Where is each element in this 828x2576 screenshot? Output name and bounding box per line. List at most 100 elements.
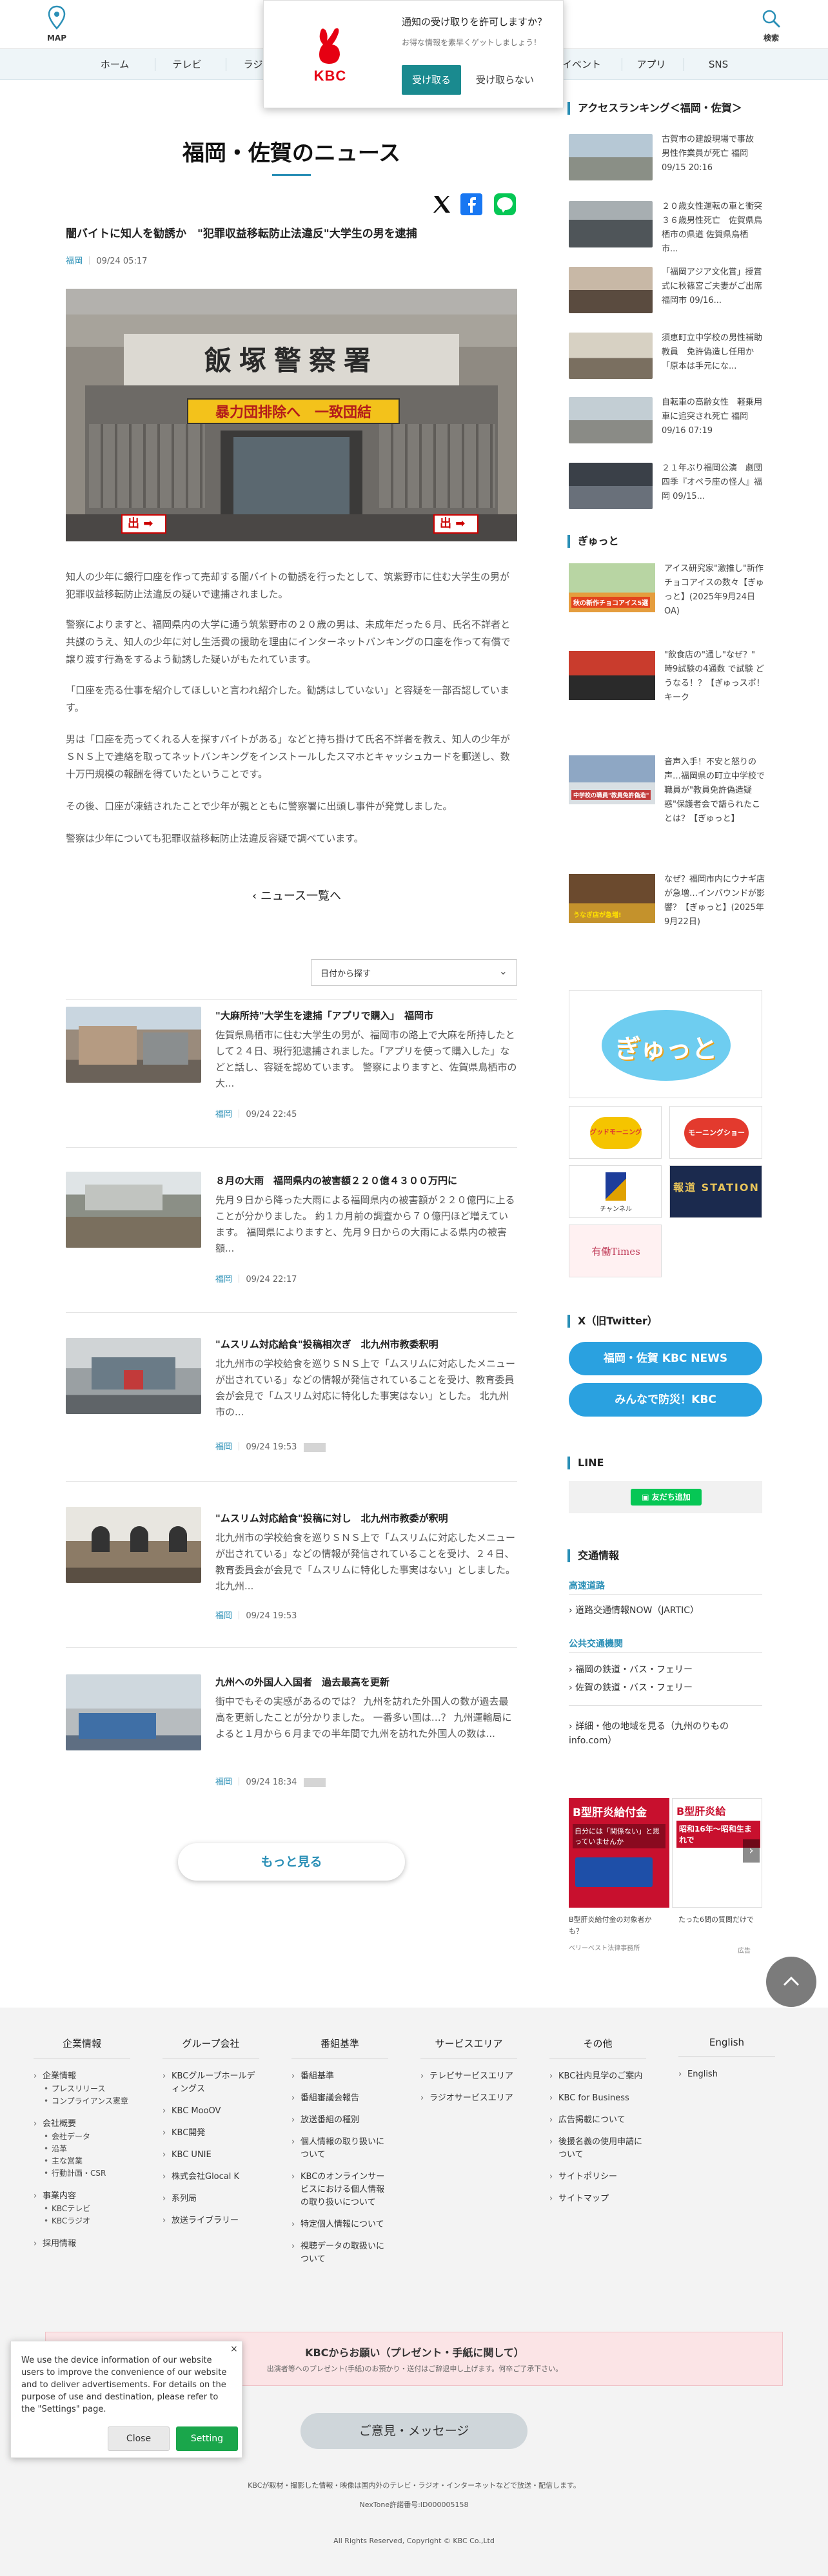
gyutto-item[interactable]: アイス研究家"激推し"新作チョコアイスの数々【ぎゅっと】(2025年9月24日O… [664, 562, 765, 619]
traffic-link[interactable]: › 佐賀の鉄道・バス・フェリー [569, 1681, 693, 1694]
back-to-news-list-link[interactable]: ‹ ニュース一覧へ [232, 887, 361, 904]
footer-link[interactable]: 事業内容 [34, 2190, 130, 2203]
news-category[interactable]: 福岡 [215, 1442, 232, 1452]
footer-link[interactable]: 会社概要 [34, 2118, 130, 2131]
footer-link[interactable]: 視聴データの取扱いについて [291, 2240, 388, 2266]
news-category[interactable]: 福岡 [215, 1777, 232, 1787]
accept-notification-button[interactable]: 受け取る [402, 65, 461, 95]
news-category[interactable]: 福岡 [215, 1611, 232, 1621]
ranking-thumb[interactable] [569, 267, 653, 313]
footer-link[interactable]: 番組審議会報告 [291, 2092, 388, 2105]
footer-link[interactable]: KBC開発 [163, 2127, 259, 2140]
news-title[interactable]: "ムスリム対応給食"投稿相次ぎ 北九州市教委釈明 [215, 1337, 517, 1352]
footer-link[interactable]: 系列局 [163, 2193, 259, 2205]
news-title[interactable]: "ムスリム対応給食"投稿に対し 北九州市教委が釈明 [215, 1511, 517, 1526]
footer-link[interactable]: 放送ライブラリー [163, 2214, 259, 2227]
feedback-button[interactable]: ご意見・メッセージ [301, 2413, 527, 2449]
footer-link[interactable]: KBCグループホールディングス [163, 2070, 259, 2096]
article-category[interactable]: 福岡 [66, 257, 83, 266]
footer-sublink[interactable]: 主な営業 [34, 2155, 130, 2167]
good-morning-banner[interactable]: グッドモーニング [569, 1106, 662, 1159]
search-link[interactable]: 検索 [756, 5, 787, 46]
share-facebook-button[interactable] [460, 193, 482, 215]
gyutto-thumb[interactable]: 中学校の職員"教員免許偽造" [569, 755, 655, 804]
footer-link[interactable]: サイトマップ [549, 2193, 646, 2205]
footer-sublink[interactable]: 沿革 [34, 2143, 130, 2155]
footer-link[interactable]: KBC for Business [549, 2092, 646, 2105]
nav-sns[interactable]: SNS [686, 49, 751, 80]
footer-sublink[interactable]: 会社データ [34, 2131, 130, 2143]
gyutto-thumb[interactable]: うなぎ店が急増! [569, 874, 655, 923]
udou-times-banner[interactable]: 有働Times [569, 1225, 662, 1277]
footer-link[interactable]: 個人情報の取り扱いについて [291, 2136, 388, 2162]
footer-link[interactable]: 特定個人情報について [291, 2218, 388, 2231]
ranking-thumb[interactable] [569, 333, 653, 379]
ranking-item[interactable]: ２０歳女性運転の車と衝突 ３６歳男性死亡 佐賀県鳥栖市の県道 佐賀県鳥栖市... [662, 200, 771, 257]
ranking-item[interactable]: 須恵町立中学校の男性補助教員 免許偽造し任用か「原本は手元にな... [662, 331, 764, 374]
news-category[interactable]: 福岡 [215, 1110, 232, 1119]
footer-link[interactable]: テレビサービスエリア [420, 2070, 517, 2083]
share-line-button[interactable] [494, 193, 516, 215]
channel-banner[interactable]: チャンネル [569, 1165, 662, 1218]
news-thumb[interactable] [66, 1172, 201, 1248]
footer-sublink[interactable]: KBCラジオ [34, 2215, 130, 2227]
gyutto-thumb[interactable]: 秋の新作チョコアイス5選 [569, 563, 655, 612]
nav-app[interactable]: アプリ [619, 49, 684, 80]
footer-link[interactable]: KBC社内見学のご案内 [549, 2070, 646, 2083]
line-add-friend-button[interactable]: ▣ 友だち追加 [631, 1489, 702, 1506]
footer-link[interactable]: KBC MooOV [163, 2105, 259, 2118]
traffic-link[interactable]: › 福岡の鉄道・バス・フェリー [569, 1663, 693, 1676]
ranking-thumb[interactable] [569, 397, 653, 443]
footer-link[interactable]: 採用情報 [34, 2238, 130, 2251]
more-button[interactable]: もっと見る [178, 1843, 405, 1881]
footer-sublink[interactable]: KBCテレビ [34, 2203, 130, 2215]
footer-link[interactable]: 番組基準 [291, 2070, 388, 2083]
date-select[interactable]: 日付から探す ⌄ [311, 959, 517, 986]
footer-link[interactable]: ラジオサービスエリア [420, 2092, 517, 2105]
gyutto-item[interactable]: なぜ？福岡市内にウナギ店が急増…インバウンドが影響？【ぎゅっと】(2025年9月… [664, 873, 765, 929]
news-title[interactable]: 九州への外国人入国者 過去最高を更新 [215, 1674, 517, 1690]
news-title[interactable]: ８月の大雨 福岡県内の被害額２２０億４３００万円に [215, 1173, 517, 1188]
decline-notification-button[interactable]: 受け取らない [469, 65, 541, 95]
gyutto-item[interactable]: 音声入手！不安と怒りの声…福岡県の町立中学校で職員が"教員免許偽造疑惑"保護者会… [664, 755, 765, 826]
footer-link[interactable]: KBCのオンラインサービスにおける個人情報の取り扱いについて [291, 2171, 388, 2209]
gyutto-banner[interactable]: ぎゅっと [569, 990, 762, 1098]
ranking-thumb[interactable] [569, 463, 653, 509]
gyutto-item[interactable]: "飲食店の"通し"なぜ？" 時9試験の4通数 で試験 どうなる！？【ぎゅっスポ！… [664, 648, 765, 705]
footer-link[interactable]: 株式会社Glocal K [163, 2171, 259, 2184]
traffic-detail-link[interactable]: › 詳細・他の地域を見る（九州のりものinfo.com） [569, 1719, 736, 1748]
houdou-station-banner[interactable]: 報道 STATION [669, 1165, 762, 1218]
footer-sublink[interactable]: プレスリリース [34, 2083, 130, 2095]
footer-sublink[interactable]: コンプライアンス憲章 [34, 2095, 130, 2107]
footer-link[interactable]: KBC UNIE [163, 2149, 259, 2162]
gyutto-thumb[interactable] [569, 651, 655, 700]
ranking-item[interactable]: 自転車の高齢女性 軽乗用車に追突され死亡 福岡 09/16 07:19 [662, 396, 764, 438]
map-link[interactable]: MAP [41, 5, 72, 46]
news-thumb[interactable] [66, 1007, 201, 1083]
ranking-thumb[interactable] [569, 201, 653, 247]
ranking-thumb[interactable] [569, 134, 653, 180]
news-category[interactable]: 福岡 [215, 1275, 232, 1284]
x-bousai-button[interactable]: みんなで防災！KBC [569, 1383, 762, 1417]
news-thumb[interactable] [66, 1507, 201, 1583]
share-x-button[interactable] [431, 193, 453, 215]
news-title[interactable]: "大麻所持"大学生を逮捕「アプリで購入」 福岡市 [215, 1008, 517, 1023]
footer-link[interactable]: English [678, 2068, 775, 2081]
footer-link[interactable]: 企業情報 [34, 2070, 130, 2083]
footer-link[interactable]: 広告掲載について [549, 2114, 646, 2127]
ranking-item[interactable]: ２１年ぶり福岡公演 劇団四季『オペラ座の怪人』福岡 09/15... [662, 461, 764, 504]
back-to-top-button[interactable] [766, 1957, 816, 2007]
ad-carousel[interactable]: B型肝炎給付金 自分には「関係ない」と思っていませんか B型肝炎給 昭和16年〜… [569, 1798, 762, 1959]
ranking-item[interactable]: 古賀市の建設現場で事故 男性作業員が死亡 福岡 09/15 20:16 [662, 133, 764, 175]
morning-show-banner[interactable]: モーニングショー [669, 1106, 762, 1159]
cookie-setting-button[interactable]: Setting [176, 2426, 238, 2451]
carousel-next-icon[interactable]: › [743, 1839, 760, 1863]
x-kbc-news-button[interactable]: 福岡・佐賀 KBC NEWS [569, 1342, 762, 1375]
close-icon[interactable]: × [230, 2344, 238, 2354]
traffic-link[interactable]: › 道路交通情報NOW（JARTIC） [569, 1603, 699, 1616]
footer-link[interactable]: 放送番組の種別 [291, 2114, 388, 2127]
ranking-item[interactable]: 「福岡アジア文化賞」授賞式に秋篠宮ご夫妻がご出席 福岡市 09/16... [662, 266, 764, 308]
news-thumb[interactable] [66, 1674, 201, 1750]
footer-link[interactable]: 後援名義の使用申請について [549, 2136, 646, 2162]
cookie-close-button[interactable]: Close [108, 2426, 170, 2451]
